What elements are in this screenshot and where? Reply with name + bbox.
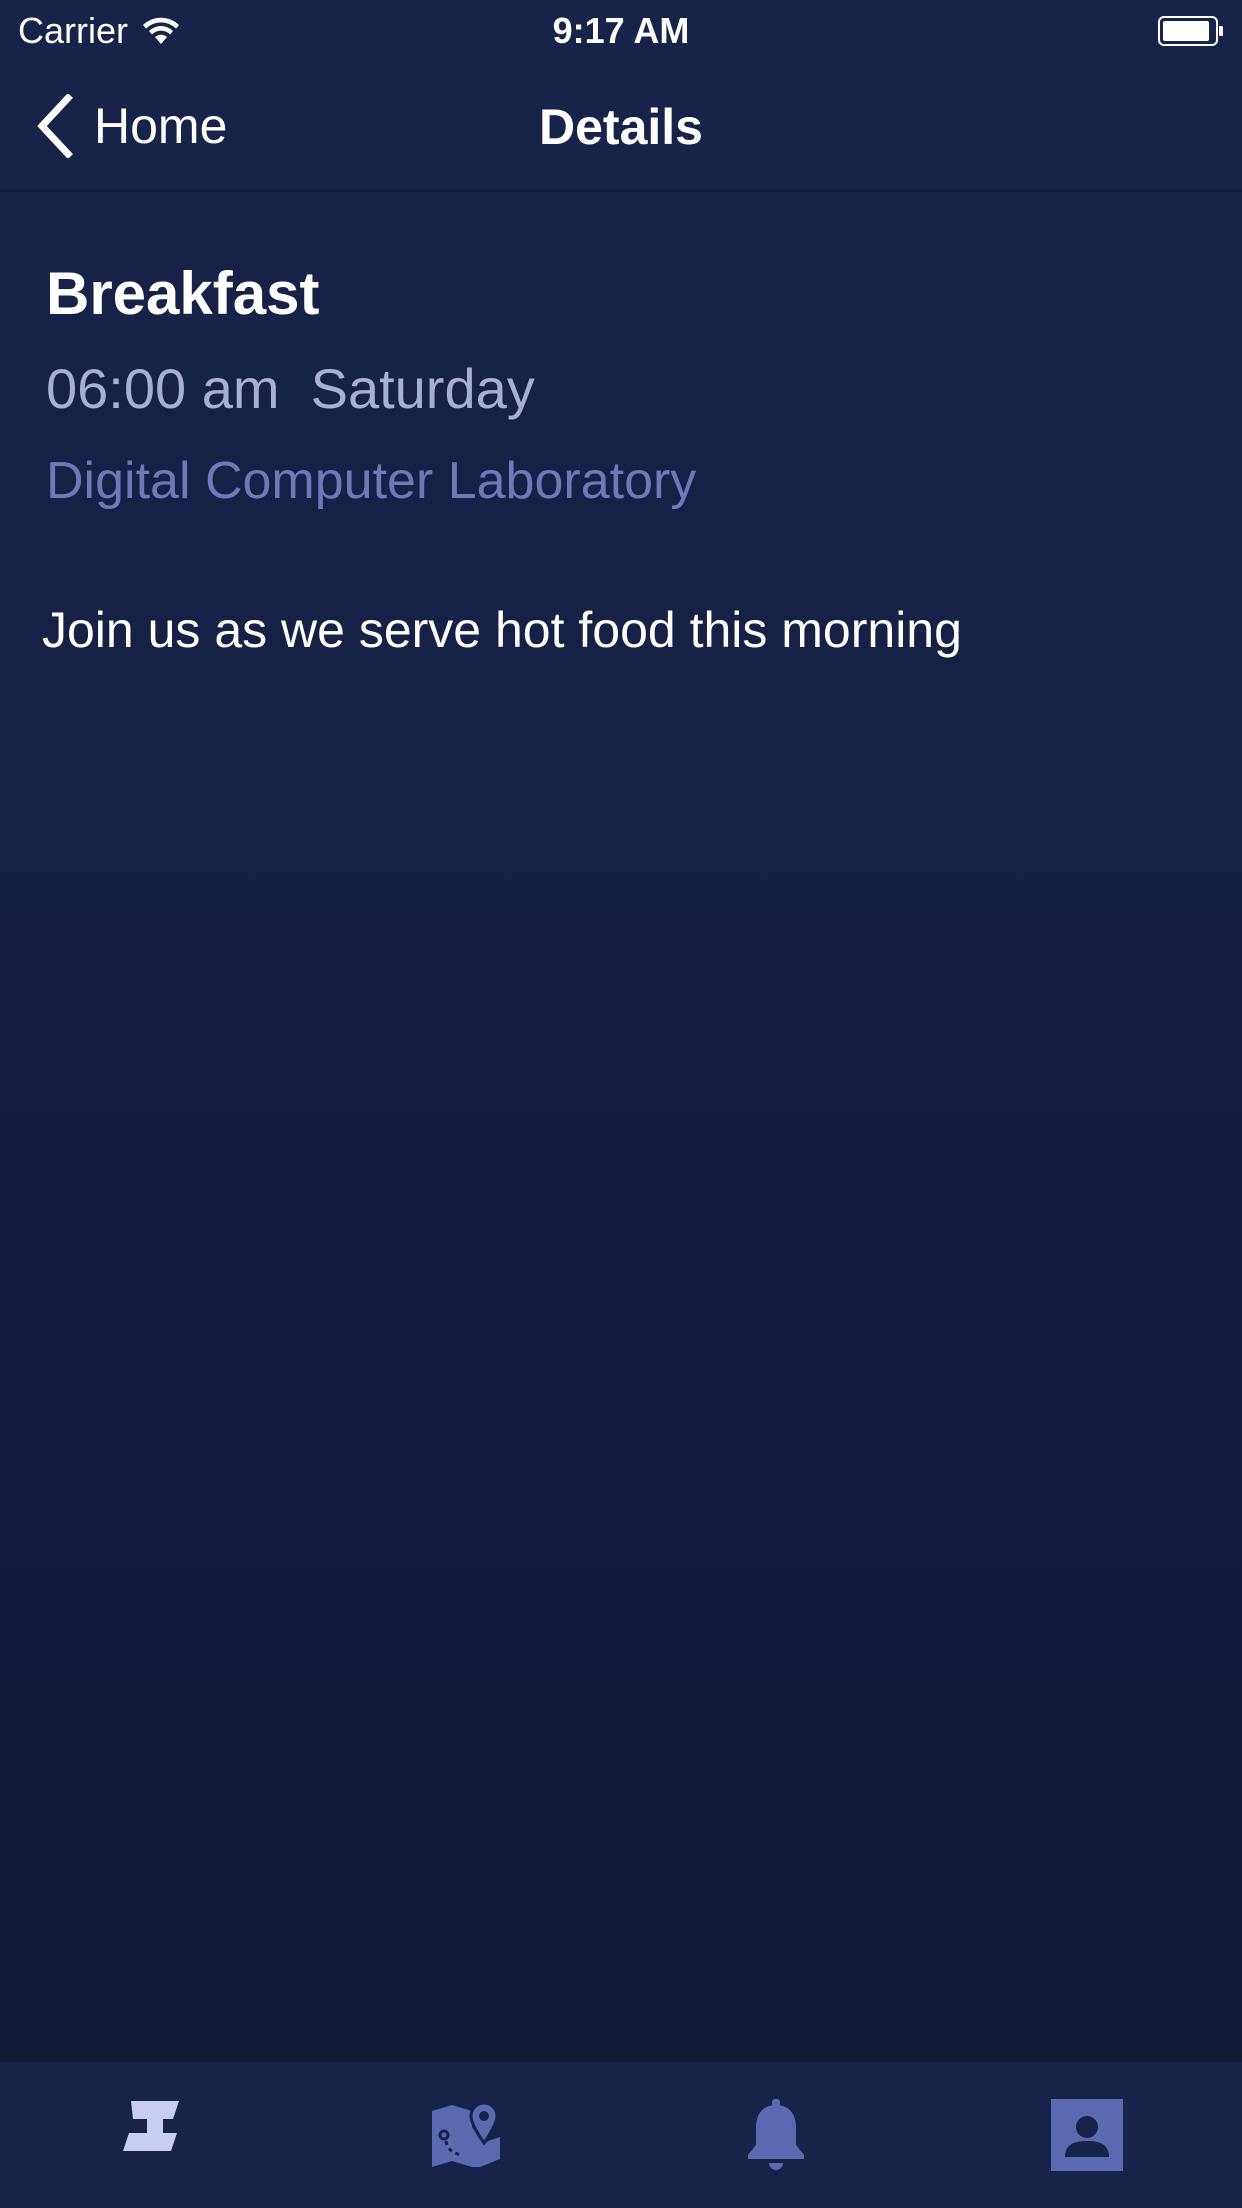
tab-notifications[interactable]	[621, 2062, 932, 2208]
bell-icon	[748, 2099, 805, 2170]
event-description: Join us as we serve hot food this mornin…	[42, 602, 962, 658]
battery-icon	[1158, 16, 1223, 46]
event-time: 06:00 am Saturday	[46, 357, 535, 420]
page-title: Details	[539, 99, 703, 155]
tab-profile[interactable]	[932, 2062, 1242, 2208]
tab-map[interactable]	[311, 2062, 622, 2208]
tab-schedule[interactable]	[0, 2062, 311, 2208]
navigation-bar: Home Details	[0, 62, 1242, 192]
status-time: 9:17 AM	[552, 10, 690, 51]
profile-icon	[1050, 2099, 1123, 2171]
event-details: Breakfast 06:00 am Saturday Digital Comp…	[42, 256, 1196, 662]
schedule-icon	[123, 2101, 180, 2151]
tab-bar	[0, 2062, 1242, 2208]
event-location: Digital Computer Laboratory	[46, 452, 697, 510]
map-icon	[431, 2101, 500, 2167]
details-screen: Carrier 9:17 AM Home Details Breakfast 0…	[0, 0, 1242, 2208]
event-title: Breakfast	[46, 260, 320, 327]
status-bar: Carrier 9:17 AM	[0, 0, 1242, 62]
